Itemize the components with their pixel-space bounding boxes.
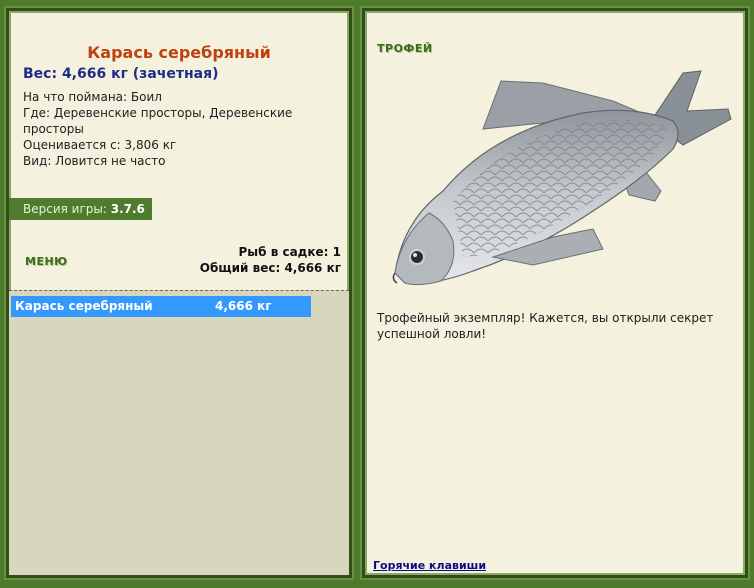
fish-location: Где: Деревенские просторы, Деревенские п…	[23, 106, 293, 136]
catch-list: Карась серебряный 4,666 кг	[9, 290, 349, 575]
fish-info-panel: Карась серебряный Вес: 4,666 кг (зачетна…	[6, 8, 352, 578]
hotkeys-link[interactable]: Горячие клавиши	[373, 559, 486, 572]
version-label: Версия игры:	[23, 202, 111, 216]
catch-list-item[interactable]: Карась серебряный 4,666 кг	[11, 296, 311, 317]
keep-net-stats: Рыб в садке: 1 Общий вес: 4,666 кг	[200, 244, 341, 276]
fish-weight: Вес: 4,666 кг (зачетная)	[23, 66, 219, 82]
trophy-label: ТРОФЕЙ	[377, 42, 433, 55]
menu-button[interactable]: МЕНЮ	[25, 255, 68, 268]
fish-value: Оценивается с: 3,806 кг	[23, 138, 177, 152]
trophy-panel: ТРОФЕЙ Трофейный экземпляр! Кажется, вы …	[362, 8, 748, 578]
crucian-carp-image	[392, 70, 732, 286]
game-version-bar: Версия игры: 3.7.6	[9, 198, 152, 220]
catch-item-weight: 4,666 кг	[215, 299, 272, 313]
fish-name-title: Карась серебряный	[87, 43, 271, 62]
fish-bait: На что поймана: Боил	[23, 90, 162, 104]
version-number: 3.7.6	[110, 202, 145, 216]
keep-total-weight: Общий вес: 4,666 кг	[199, 261, 341, 275]
trophy-message: Трофейный экземпляр! Кажется, вы открыли…	[377, 311, 714, 341]
catch-item-name: Карась серебряный	[15, 299, 153, 313]
fish-details: На что поймана: Боил Где: Деревенские пр…	[23, 89, 333, 169]
keep-count: Рыб в садке: 1	[238, 245, 342, 259]
fish-rarity: Вид: Ловится не часто	[23, 154, 166, 168]
